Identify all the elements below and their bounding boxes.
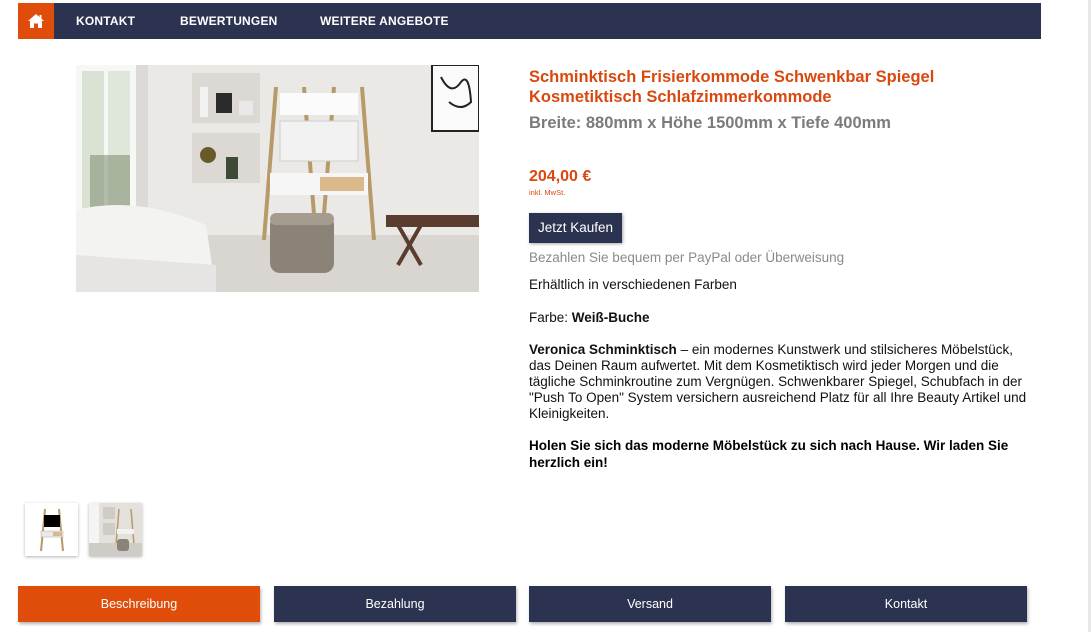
thumbnail-room[interactable] bbox=[89, 503, 142, 556]
product-title: Schminktisch Frisierkommode Schwenkbar S… bbox=[529, 68, 935, 106]
color-value: Weiß-Buche bbox=[571, 310, 650, 325]
tab-beschreibung[interactable]: Beschreibung bbox=[18, 586, 260, 622]
thumbnail-product-image bbox=[25, 503, 78, 556]
nav-kontakt[interactable]: KONTAKT bbox=[76, 3, 135, 39]
buy-now-button[interactable]: Jetzt Kaufen bbox=[529, 213, 622, 243]
product-photo bbox=[76, 65, 479, 292]
tab-kontakt[interactable]: Kontakt bbox=[785, 586, 1027, 622]
product-description: Veronica Schminktisch – ein modernes Kun… bbox=[529, 342, 1034, 422]
tab-versand[interactable]: Versand bbox=[529, 586, 771, 622]
product-price: 204,00 € bbox=[529, 168, 592, 185]
tab-bezahlung[interactable]: Bezahlung bbox=[274, 586, 516, 622]
color-label: Farbe: bbox=[529, 310, 569, 325]
nav-bewertungen[interactable]: BEWERTUNGEN bbox=[180, 3, 278, 39]
color-line: Farbe: Weiß-Buche bbox=[529, 310, 650, 325]
availability-note: Erhältlich in verschiedenen Farben bbox=[529, 277, 737, 292]
thumbnail-room-image bbox=[89, 503, 142, 556]
nav-weitere-angebote[interactable]: WEITERE ANGEBOTE bbox=[320, 3, 449, 39]
thumbnail-product[interactable] bbox=[25, 503, 78, 556]
top-navigation: KONTAKT BEWERTUNGEN WEITERE ANGEBOTE bbox=[18, 3, 1041, 39]
payment-note: Bezahlen Sie bequem per PayPal oder Über… bbox=[529, 250, 845, 265]
home-button[interactable] bbox=[18, 3, 54, 39]
vat-note: inkl. MwSt. bbox=[529, 188, 566, 197]
product-dimensions: Breite: 880mm x Höhe 1500mm x Tiefe 400m… bbox=[529, 114, 891, 132]
home-icon bbox=[28, 14, 44, 28]
description-product-name: Veronica Schminktisch bbox=[529, 342, 677, 357]
closing-text: Holen Sie sich das moderne Möbelstück zu… bbox=[529, 438, 1009, 470]
product-main-image[interactable] bbox=[76, 65, 479, 292]
